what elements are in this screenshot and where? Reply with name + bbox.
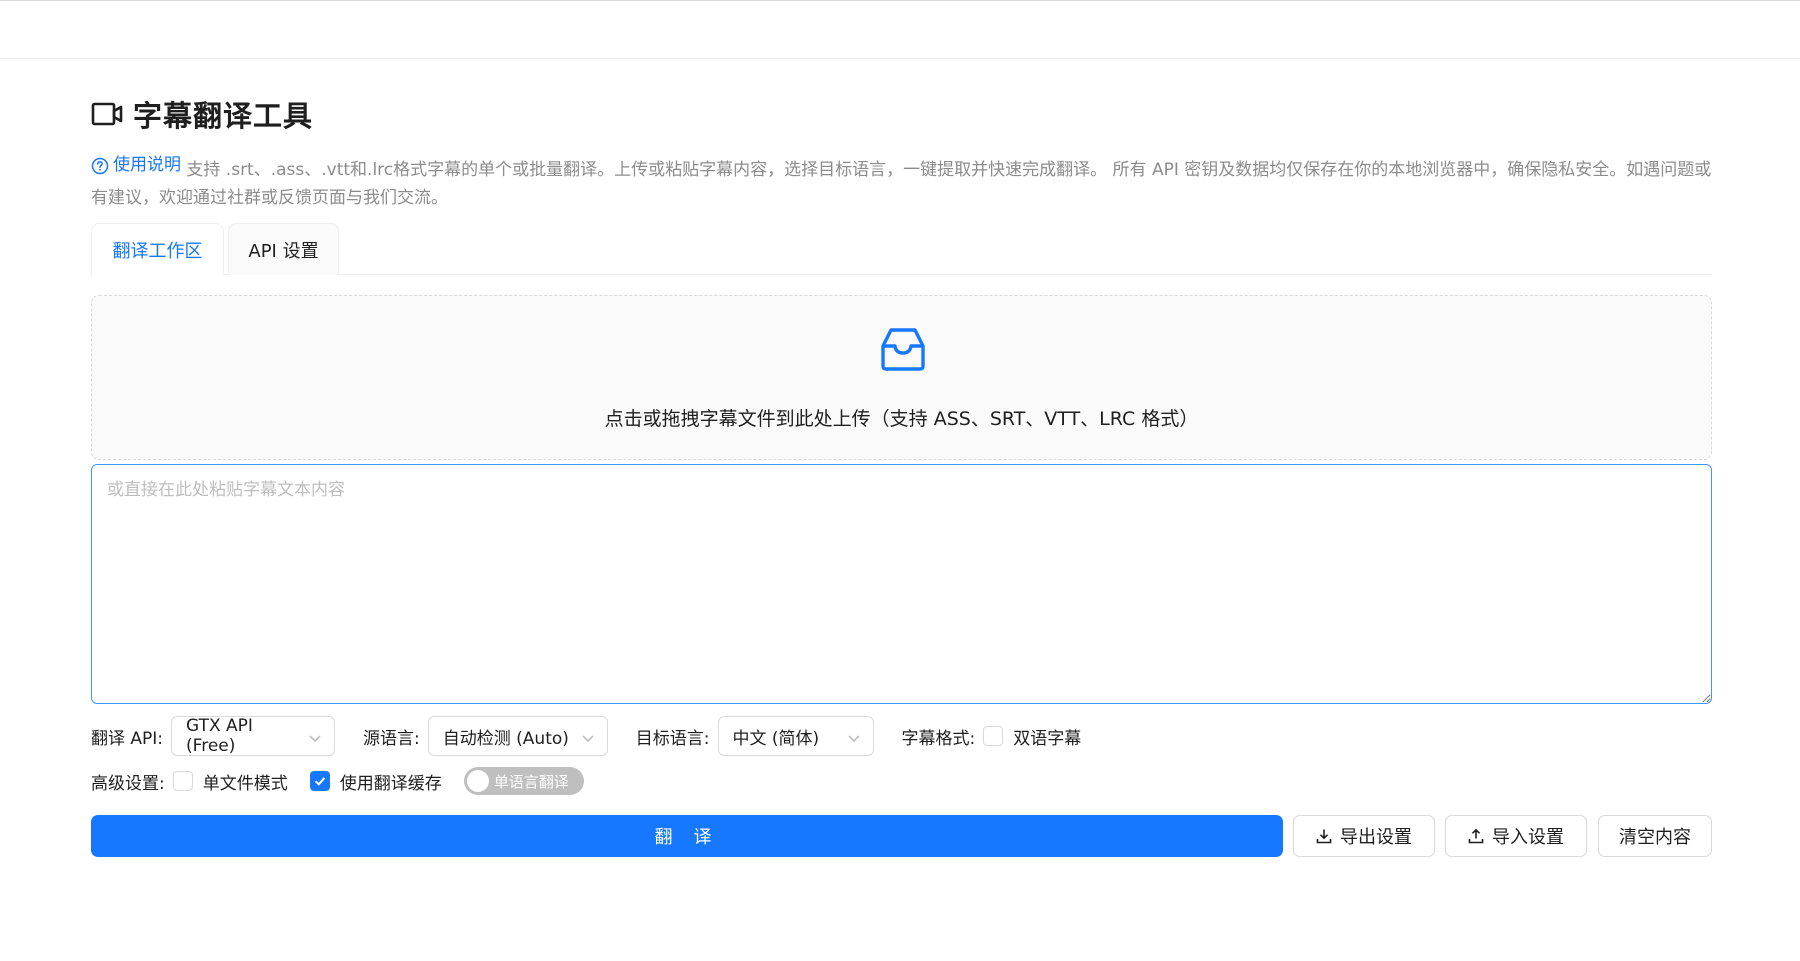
export-settings-button[interactable]: 导出设置 <box>1293 815 1435 857</box>
video-camera-icon <box>91 101 123 127</box>
tab-bar: 翻译工作区 API 设置 <box>91 223 1712 276</box>
monolingual-toggle[interactable]: 单语言翻译 <box>463 767 584 795</box>
toggle-label: 单语言翻译 <box>493 772 569 791</box>
options-row: 翻译 API: GTX API (Free) 源语言: 自动检测 (Auto) … <box>91 716 1081 756</box>
advanced-row: 高级设置: 单文件模式 使用翻译缓存 单语言翻译 <box>91 765 584 797</box>
toggle-knob <box>466 770 489 792</box>
source-language-label: 源语言: <box>363 728 420 749</box>
single-file-label[interactable]: 单文件模式 <box>203 769 288 794</box>
download-icon <box>1316 829 1332 844</box>
help-link-label[interactable]: 使用说明 <box>113 151 181 179</box>
cache-label[interactable]: 使用翻译缓存 <box>340 769 442 794</box>
advanced-label: 高级设置: <box>91 773 165 794</box>
upload-dropzone[interactable]: 点击或拖拽字幕文件到此处上传（支持 ASS、SRT、VTT、LRC 格式） <box>91 295 1712 460</box>
bilingual-label[interactable]: 双语字幕 <box>1013 724 1081 749</box>
single-file-checkbox[interactable] <box>172 771 193 791</box>
cache-checkbox[interactable] <box>309 771 330 791</box>
title-row: 字幕翻译工具 <box>91 94 313 134</box>
translate-button[interactable]: 翻 译 <box>91 815 1283 857</box>
description-text: 支持 .srt、.ass、.vtt和.lrc格式字幕的单个或批量翻译。上传或粘贴… <box>91 160 1712 208</box>
target-language-select[interactable]: 中文 (简体) <box>717 716 874 756</box>
tab-api-settings[interactable]: API 设置 <box>228 223 339 275</box>
top-bar <box>0 0 1800 59</box>
question-circle-icon <box>91 156 109 175</box>
check-icon <box>314 777 325 786</box>
api-label: 翻译 API: <box>91 728 164 749</box>
import-settings-label: 导入设置 <box>1492 827 1564 847</box>
import-settings-button[interactable]: 导入设置 <box>1445 815 1587 857</box>
description: 使用说明 支持 .srt、.ass、.vtt和.lrc格式字幕的单个或批量翻译。… <box>91 151 1712 212</box>
upload-text: 点击或拖拽字幕文件到此处上传（支持 ASS、SRT、VTT、LRC 格式） <box>604 408 1199 430</box>
inbox-icon <box>878 324 928 374</box>
target-language-label: 目标语言: <box>635 728 710 749</box>
export-settings-label: 导出设置 <box>1340 827 1412 847</box>
subtitle-paste-input[interactable] <box>91 464 1712 704</box>
page-title: 字幕翻译工具 <box>133 99 314 133</box>
clear-content-button[interactable]: 清空内容 <box>1598 815 1712 857</box>
upload-icon <box>1468 828 1484 844</box>
chevron-down-icon <box>581 730 595 744</box>
source-language-value: 自动检测 (Auto) <box>442 728 569 749</box>
tab-translate-workspace[interactable]: 翻译工作区 <box>91 223 224 276</box>
chevron-down-icon <box>847 730 861 744</box>
source-language-select[interactable]: 自动检测 (Auto) <box>427 716 608 756</box>
bilingual-checkbox[interactable] <box>983 726 1004 746</box>
api-select[interactable]: GTX API (Free) <box>171 716 336 756</box>
target-language-value: 中文 (简体) <box>732 728 820 749</box>
help-link[interactable]: 使用说明 <box>91 151 181 179</box>
subtitle-format-label: 字幕格式: <box>901 728 976 749</box>
api-select-value: GTX API (Free) <box>186 716 253 756</box>
chevron-down-icon <box>308 730 322 744</box>
